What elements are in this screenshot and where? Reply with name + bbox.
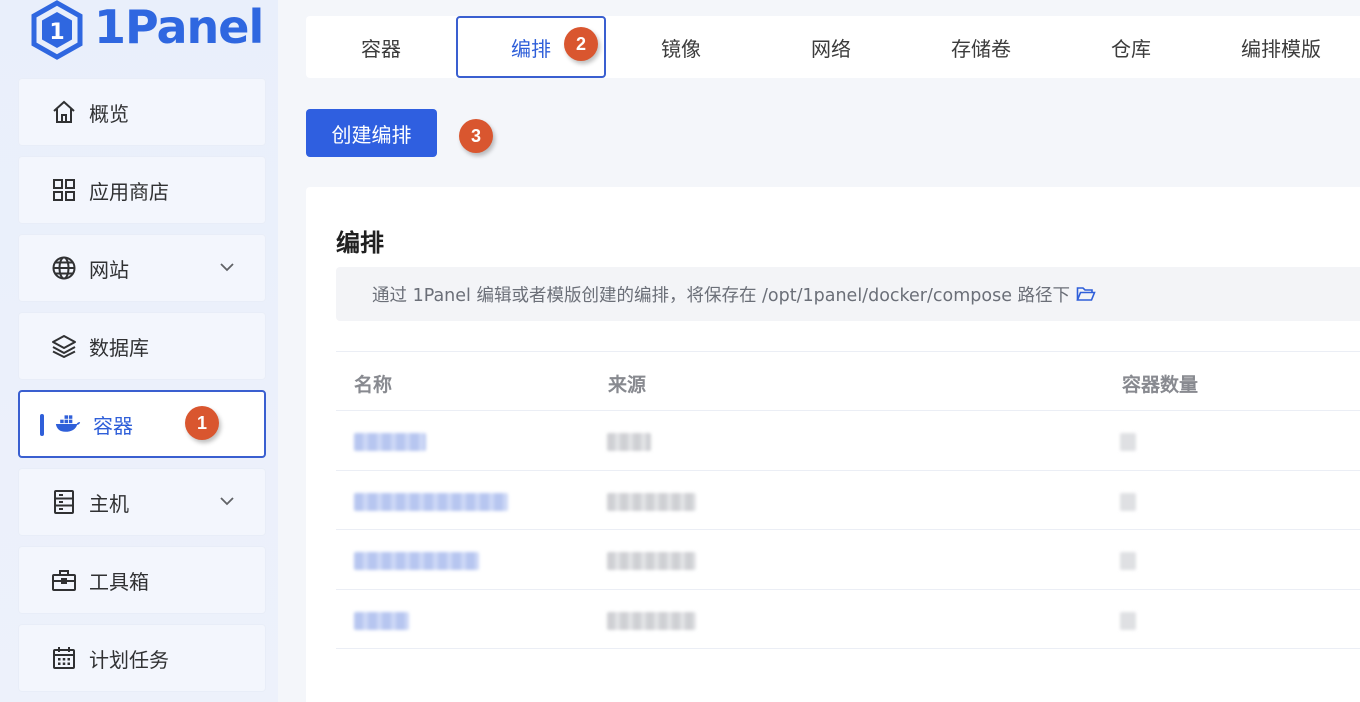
sidebar-menu: 概览 应用商店 网站 数据库 容器 1 主机 工具箱 计划任务 — [18, 78, 266, 702]
sidebar-item-label: 工具箱 — [89, 569, 149, 594]
redacted-count — [1120, 552, 1136, 570]
sidebar-item-website[interactable]: 网站 — [18, 234, 266, 302]
step-badge-1: 1 — [185, 406, 219, 440]
table-row[interactable] — [336, 530, 1360, 590]
redacted-source — [607, 433, 651, 451]
card-title: 编排 — [336, 229, 384, 257]
column-header-name[interactable]: 名称 — [354, 370, 392, 397]
tab-compose-templates[interactable]: 编排模版 — [1206, 16, 1356, 78]
redacted-source — [607, 492, 696, 511]
sidebar-item-label: 容器 — [93, 413, 133, 438]
redacted-count — [1120, 611, 1136, 630]
globe-icon — [51, 255, 77, 281]
tab-bar: 容器 编排 镜像 网络 存储卷 仓库 编排模版 — [306, 16, 1360, 78]
docker-icon — [55, 411, 81, 437]
home-icon — [51, 99, 77, 125]
tab-containers[interactable]: 容器 — [306, 16, 456, 78]
sidebar-item-cron[interactable]: 计划任务 — [18, 624, 266, 692]
table-row[interactable] — [336, 590, 1360, 649]
redacted-count — [1120, 492, 1136, 511]
notice-banner: 通过 1Panel 编辑或者模版创建的编排，将保存在 /opt/1panel/d… — [336, 267, 1360, 321]
sidebar-item-host[interactable]: 主机 — [18, 468, 266, 536]
step-badge-2: 2 — [564, 27, 598, 61]
sidebar-item-label: 概览 — [89, 101, 129, 126]
table-row[interactable] — [336, 411, 1360, 471]
sidebar-item-label: 主机 — [89, 491, 129, 516]
folder-open-icon[interactable] — [1076, 286, 1096, 302]
redacted-source — [607, 611, 696, 630]
logo[interactable]: 1 1Panel — [30, 0, 264, 60]
active-indicator — [40, 414, 44, 436]
redacted-name-link[interactable] — [354, 492, 508, 511]
tab-label: 编排 — [511, 36, 551, 61]
compose-card: 编排 通过 1Panel 编辑或者模版创建的编排，将保存在 /opt/1pane… — [306, 187, 1360, 702]
redacted-name-link[interactable] — [354, 611, 409, 630]
toolbox-icon — [51, 567, 77, 593]
redacted-name-link[interactable] — [354, 433, 426, 451]
svg-text:1: 1 — [49, 20, 64, 45]
redacted-name-link[interactable] — [354, 552, 479, 570]
tab-networks[interactable]: 网络 — [756, 16, 906, 78]
notice-text: 通过 1Panel 编辑或者模版创建的编排，将保存在 /opt/1panel/d… — [372, 285, 1071, 306]
redacted-source — [607, 552, 696, 570]
chevron-down-icon[interactable] — [218, 258, 236, 276]
tab-images[interactable]: 镜像 — [606, 16, 756, 78]
server-icon — [51, 489, 77, 515]
compose-table: 名称 来源 容器数量 — [336, 351, 1360, 649]
step-badge-3: 3 — [459, 119, 493, 153]
layers-icon — [51, 333, 77, 359]
apps-grid-icon — [51, 177, 77, 203]
create-compose-button[interactable]: 创建编排 — [306, 109, 437, 157]
column-header-container-count[interactable]: 容器数量 — [1122, 370, 1198, 397]
tab-volumes[interactable]: 存储卷 — [906, 16, 1056, 78]
table-header: 名称 来源 容器数量 — [336, 351, 1360, 411]
sidebar-item-label: 数据库 — [89, 335, 149, 360]
sidebar-item-label: 计划任务 — [89, 647, 169, 672]
sidebar-item-label: 网站 — [89, 257, 129, 282]
sidebar-item-container[interactable]: 容器 1 — [18, 390, 266, 458]
sidebar-item-toolbox[interactable]: 工具箱 — [18, 546, 266, 614]
tab-registries[interactable]: 仓库 — [1056, 16, 1206, 78]
sidebar-item-database[interactable]: 数据库 — [18, 312, 266, 380]
sidebar: 1 1Panel 概览 应用商店 网站 数据库 容器 1 主机 工具箱 计划任务 — [0, 0, 278, 702]
logo-hexagon-icon: 1 — [31, 0, 83, 60]
column-header-source[interactable]: 来源 — [608, 370, 646, 397]
sidebar-item-label: 应用商店 — [89, 179, 169, 204]
calendar-icon — [51, 645, 77, 671]
sidebar-item-overview[interactable]: 概览 — [18, 78, 266, 146]
logo-text: 1Panel — [94, 0, 264, 54]
sidebar-item-app-store[interactable]: 应用商店 — [18, 156, 266, 224]
chevron-down-icon[interactable] — [218, 492, 236, 510]
table-row[interactable] — [336, 471, 1360, 530]
redacted-count — [1120, 433, 1136, 451]
